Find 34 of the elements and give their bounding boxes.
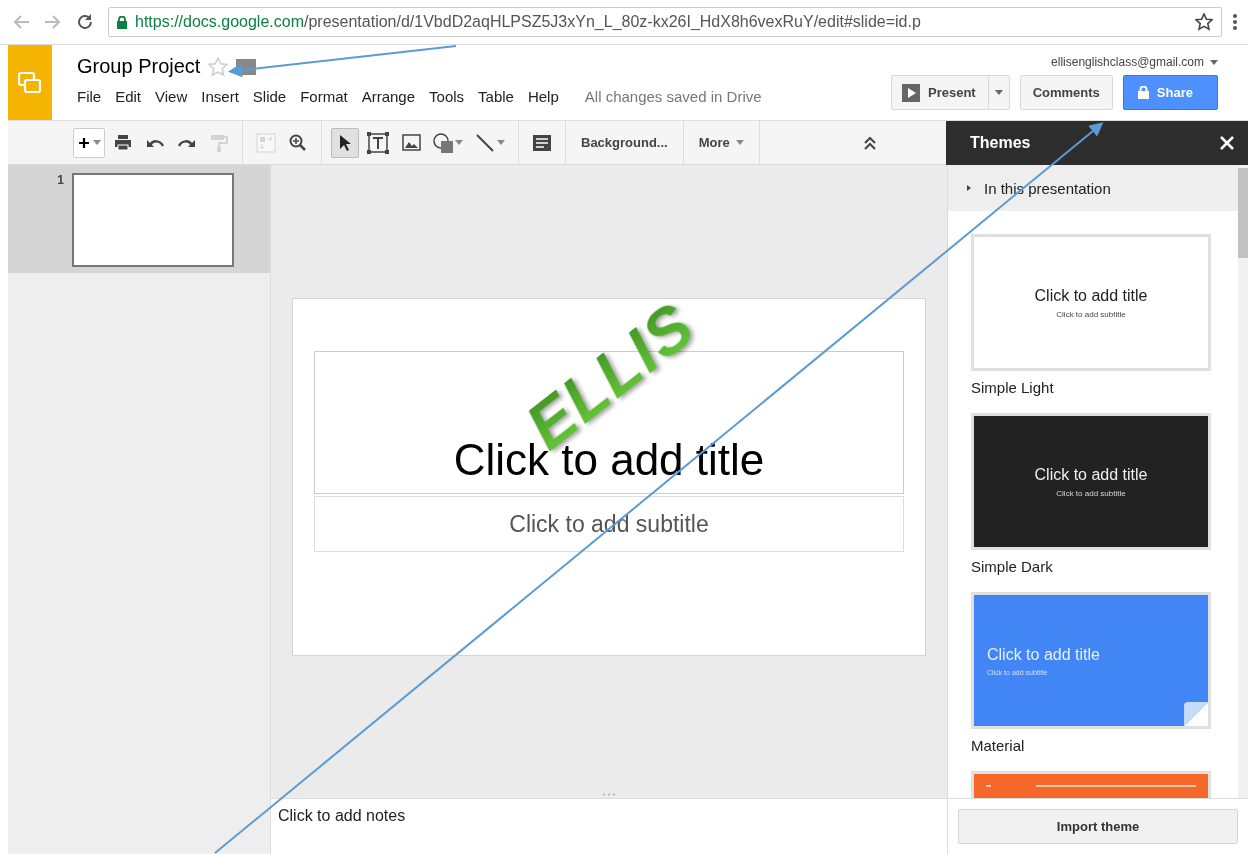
save-status: All changes saved in Drive <box>584 88 762 105</box>
background-menu[interactable]: Background... <box>575 127 674 158</box>
menu-item[interactable]: Insert <box>201 88 247 105</box>
menu-item[interactable]: View <box>155 88 196 105</box>
menu-item[interactable]: Table <box>478 88 522 105</box>
theme-name: Simple Light <box>971 379 1055 396</box>
document-title[interactable]: Group Project <box>77 55 201 78</box>
slide-number: 1 <box>56 173 64 189</box>
theme-thumbnail[interactable]: Click to add title Click to add subtitle <box>971 234 1211 371</box>
theme-title-text: Click to add title <box>1034 465 1148 484</box>
account-email[interactable]: ellisenglishclass@gmail.com <box>1051 55 1204 69</box>
theme-title-text: Click to add title <box>1034 286 1148 305</box>
theme-title-text: Click to add title <box>987 645 1100 664</box>
panel-title: Themes <box>970 134 1031 152</box>
present-button[interactable]: Present <box>890 75 988 110</box>
comments-button[interactable]: Comments <box>1019 75 1113 110</box>
section-header[interactable]: In this presentation <box>948 165 1238 211</box>
menu-item[interactable]: Edit <box>115 88 150 105</box>
theme-subtitle-text: Click to add subtitle <box>1056 309 1126 319</box>
menu-item[interactable]: Format <box>300 88 356 105</box>
theme-name: Material <box>971 737 1026 754</box>
notes-placeholder[interactable]: Click to add notes <box>278 807 406 824</box>
theme-name: Simple Dark <box>971 558 1054 575</box>
url-text: https://docs.google.com/presentation/d/1VbdD2aqHLPSZ5J3xYn_L_80z-kx26I_HdX8h6vexRuY/edit#slide=id.p <box>135 13 921 31</box>
theme-subtitle-text: Click to add subtitle <box>1056 488 1126 498</box>
import-theme-button[interactable]: Import theme <box>958 809 1238 844</box>
menu-item[interactable]: Slide <box>252 88 295 105</box>
menu-item[interactable]: Help <box>527 88 567 105</box>
address-bar[interactable]: https://docs.google.com/presentation/d/1VbdD2aqHLPSZ5J3xYn_L_80z-kx26I_HdX8h6vexRuY/edit#slide=id.p <box>108 7 1222 37</box>
menu-item[interactable]: Tools <box>429 88 473 105</box>
menu-item[interactable]: Arrange <box>361 88 424 105</box>
theme-thumbnail[interactable]: Click to add title Click to add subtitle <box>971 413 1211 550</box>
more-menu[interactable]: More <box>692 127 750 158</box>
menu-item[interactable]: File <box>77 88 110 105</box>
